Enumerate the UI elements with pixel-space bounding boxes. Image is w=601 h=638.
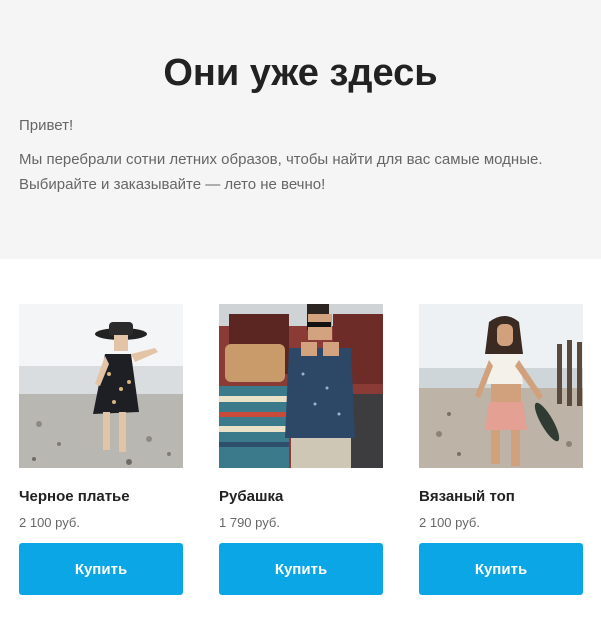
product-price: 1 790 руб. xyxy=(219,515,280,530)
product-name[interactable]: Вязаный топ xyxy=(419,487,583,507)
product-name[interactable]: Рубашка xyxy=(219,487,383,507)
hero-section: Они уже здесь Привет! Мы перебрали сотни… xyxy=(0,0,601,259)
product-name[interactable]: Черное платье xyxy=(19,487,183,507)
product-price: 2 100 руб. xyxy=(419,515,480,530)
intro-text: Мы перебрали сотни летних образов, чтобы… xyxy=(19,151,543,193)
buy-button[interactable]: Купить xyxy=(19,543,183,595)
buy-button[interactable]: Купить xyxy=(419,543,583,595)
buy-button[interactable]: Купить xyxy=(219,543,383,595)
product-image-shirt[interactable] xyxy=(219,304,383,468)
product-image-knit-top[interactable] xyxy=(419,304,583,468)
product-price: 2 100 руб. xyxy=(19,515,80,530)
page-title: Они уже здесь xyxy=(163,52,438,94)
product-image-black-dress[interactable] xyxy=(19,304,183,468)
greeting-text: Привет! xyxy=(19,117,74,134)
